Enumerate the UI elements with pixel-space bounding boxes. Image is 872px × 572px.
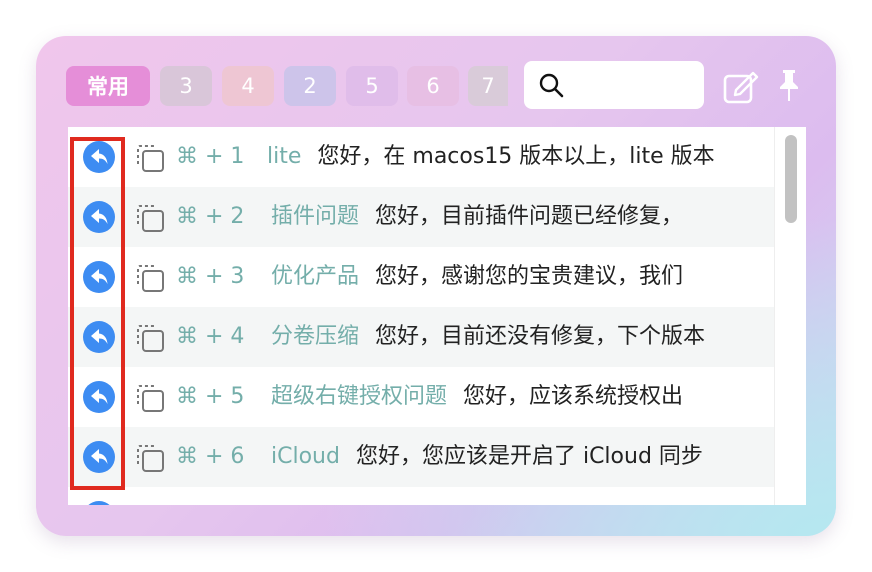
tab-3[interactable]: 3 [160,66,212,106]
copy-icon[interactable] [134,142,166,174]
shortcut-label: ⌘ + 4 [176,324,245,349]
item-title: 优化产品 [271,264,360,289]
item-body: 您好，目前插件问题已经修复， [375,204,684,229]
pin-button[interactable] [776,68,802,108]
item-title: 分卷压缩 [271,324,360,349]
copy-icon[interactable] [134,382,166,414]
search-input[interactable] [572,73,696,97]
edit-button[interactable] [722,68,760,110]
list-item[interactable]: ⌘ + 6 iCloud 您好，您应该是开启了 iCloud 同步 [68,427,774,487]
list-item[interactable]: ⌘ + 2 插件问题 您好，目前插件问题已经修复， [68,187,774,247]
copy-icon[interactable] [134,502,166,505]
item-title: iCloud [271,444,340,469]
reply-column-highlight [70,137,125,490]
tab-6[interactable]: 6 [407,66,459,106]
item-content: lite 您好，在 macos15 版本以上，lite 版本 [267,127,715,187]
tab-2[interactable]: 2 [284,66,336,106]
copy-icon[interactable] [134,442,166,474]
shortcut-label: ⌘ + 6 [176,444,245,469]
tab-common[interactable]: 常用 [66,66,150,106]
item-body: 您好，应该系统授权出 [463,384,684,409]
list-item[interactable]: ⌘ + 5 超级右键授权问题 您好，应该系统授权出 [68,367,774,427]
tab-4[interactable]: 4 [222,66,274,106]
list-item[interactable]: ⌘ + 1 lite 您好，在 macos15 版本以上，lite 版本 [68,127,774,187]
reply-icon[interactable] [83,501,115,505]
item-content: iCloud 您好，您应该是开启了 iCloud 同步 [271,427,703,487]
list-item-partial[interactable] [68,487,774,505]
tab-5[interactable]: 5 [346,66,398,106]
item-body: 您好，目前还没有修复，下个版本 [375,324,706,349]
item-title: lite [267,144,302,169]
item-title: 插件问题 [271,204,360,229]
scrollbar-thumb[interactable] [785,135,797,223]
clipboard-panel: 常用 3 4 2 5 6 7 ⌘ + 1 lite 您好，在 macos15 版… [36,36,836,536]
copy-icon[interactable] [134,202,166,234]
search-icon [539,73,564,98]
item-content: 优化产品 您好，感谢您的宝贵建议，我们 [271,247,683,307]
copy-icon[interactable] [134,262,166,294]
pin-icon [780,70,798,101]
edit-icon [723,71,759,104]
item-title: 超级右键授权问题 [271,384,448,409]
shortcut-label: ⌘ + 3 [176,264,245,289]
clip-list: ⌘ + 1 lite 您好，在 macos15 版本以上，lite 版本 ⌘ + … [68,127,806,505]
shortcut-label: ⌘ + 2 [176,204,245,229]
copy-icon[interactable] [134,322,166,354]
item-content: 分卷压缩 您好，目前还没有修复，下个版本 [271,307,705,367]
item-content: 超级右键授权问题 您好，应该系统授权出 [271,367,683,427]
item-content: 插件问题 您好，目前插件问题已经修复， [271,187,683,247]
scrollbar[interactable] [774,127,806,505]
shortcut-label: ⌘ + 1 [176,144,245,169]
item-body: 您好，在 macos15 版本以上，lite 版本 [317,144,715,169]
shortcut-label: ⌘ + 5 [176,384,245,409]
item-body: 您好，感谢您的宝贵建议，我们 [375,264,684,289]
search-box[interactable] [524,61,704,109]
list-item[interactable]: ⌘ + 3 优化产品 您好，感谢您的宝贵建议，我们 [68,247,774,307]
item-body: 您好，您应该是开启了 iCloud 同步 [355,444,703,469]
list-item[interactable]: ⌘ + 4 分卷压缩 您好，目前还没有修复，下个版本 [68,307,774,367]
tab-7[interactable]: 7 [468,66,508,106]
